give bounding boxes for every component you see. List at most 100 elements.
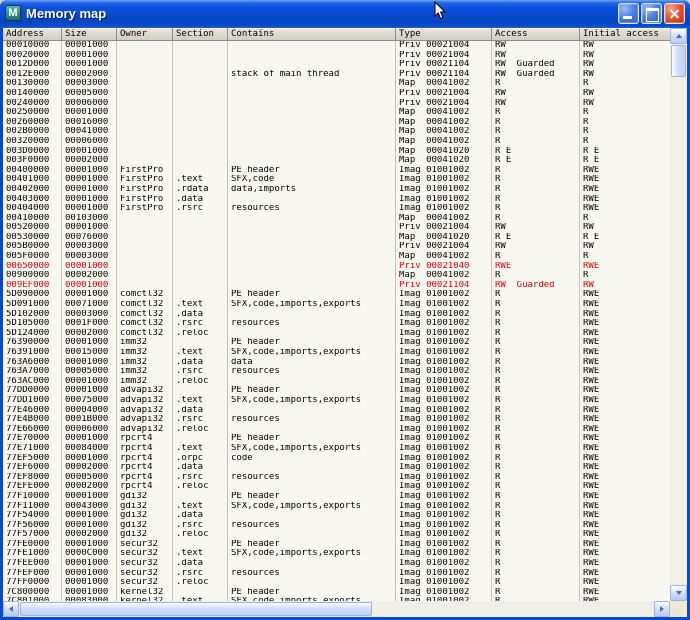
table-row[interactable]: 77EF800000005000rpcrt4.rsrcresourcesImag…	[3, 473, 670, 483]
table-row[interactable]: 77F5400000001000gdi32.dataImag 01001002R…	[3, 511, 670, 521]
table-row[interactable]: 005B000000003000Priv 00021004RWRW	[3, 242, 670, 252]
table-row[interactable]: 0024000000006000Priv 00021004RWRW	[3, 99, 670, 109]
table-row[interactable]: 77FE10000000C000secur32.textSFX,code,imp…	[3, 549, 670, 559]
scroll-left-button[interactable]	[3, 601, 19, 617]
minimize-button[interactable]	[618, 3, 639, 24]
close-button[interactable]	[664, 3, 685, 24]
table-row[interactable]: 77E4600000004000advapi32.dataImag 010010…	[3, 406, 670, 416]
table-row[interactable]: 0040200000001000FirstPro.rdatadata,impor…	[3, 185, 670, 195]
table-row[interactable]: 0001000000001000Priv 00021004RWRW	[3, 41, 670, 51]
table-row[interactable]: 005F000000003000Map 00041002RR	[3, 252, 670, 262]
table-row[interactable]: 763A600000001000imm32.datadataImag 01001…	[3, 358, 670, 368]
table-row[interactable]: 7C80000000001000kernel32PE headerImag 01…	[3, 588, 670, 598]
cell-size: 0001F000	[62, 319, 117, 329]
horizontal-scroll-thumb[interactable]	[20, 602, 372, 616]
cell-contains	[228, 233, 396, 243]
column-header-size[interactable]: Size	[62, 28, 117, 41]
table-row[interactable]: 003F000000002000Map 00041020R ER E	[3, 156, 670, 166]
cell-size: 00001000	[62, 377, 117, 387]
cell-initial-access: RWE	[580, 549, 670, 559]
horizontal-scrollbar[interactable]	[3, 601, 670, 617]
table-row[interactable]: 77FF000000001000secur32.relocImag 010010…	[3, 578, 670, 588]
cell-address: 0012D000	[3, 60, 62, 70]
cell-initial-access: R	[580, 252, 670, 262]
table-row[interactable]: 5D1050000001F000comctl32.rsrcresourcesIm…	[3, 319, 670, 329]
table-row[interactable]: 0041000000103000Map 00041002RR	[3, 214, 670, 224]
scroll-down-button[interactable]	[670, 585, 687, 601]
cell-owner: FirstPro	[117, 175, 173, 185]
table-row[interactable]: 77EF500000001000rpcrt4.orpccodeImag 0100…	[3, 454, 670, 464]
table-row[interactable]: 0012E00000002000stack of main threadPriv…	[3, 70, 670, 80]
table-row[interactable]: 003D000000001000Map 00041020R ER E	[3, 147, 670, 157]
table-row[interactable]: 0012D00000001000Priv 00021104RW GuardedR…	[3, 60, 670, 70]
cell-type: Priv 00021004	[396, 242, 492, 252]
table-row[interactable]: 5D10200000003000comctl32.dataImag 010010…	[3, 310, 670, 320]
table-row[interactable]: 002B000000041000Map 00041002RR	[3, 127, 670, 137]
cell-contains	[228, 89, 396, 99]
table-row[interactable]: 0026000000016000Map 00041002RR	[3, 118, 670, 128]
arrow-right-icon	[660, 606, 664, 612]
table-row[interactable]: 77F1100000043000gdi32.textSFX,code,impor…	[3, 502, 670, 512]
table-row[interactable]: 763A700000005000imm32.rsrcresourcesImag …	[3, 367, 670, 377]
table-row[interactable]: 77EFE00000002000rpcrt4.relocImag 0100100…	[3, 482, 670, 492]
table-row[interactable]: 0032000000006000Map 00041002RR	[3, 137, 670, 147]
scroll-right-button[interactable]	[654, 601, 670, 617]
table-row[interactable]: 0040400000001000FirstPro.rsrcresourcesIm…	[3, 204, 670, 214]
table-row[interactable]: 77EF600000002000rpcrt4.dataImag 01001002…	[3, 463, 670, 473]
table-row[interactable]: 77DD000000001000advapi32PE headerImag 01…	[3, 386, 670, 396]
table-row[interactable]: 5D09000000001000comctl32PE headerImag 01…	[3, 290, 670, 300]
cell-initial-access: R E	[580, 233, 670, 243]
vertical-scroll-thumb[interactable]	[671, 45, 686, 77]
cell-initial-access: RWE	[580, 521, 670, 531]
cell-access: R	[492, 358, 580, 368]
table-row[interactable]: 77FEE00000001000secur32.dataImag 0100100…	[3, 559, 670, 569]
cell-access: RW Guarded	[492, 281, 580, 291]
ollydbg-app-icon[interactable]: M	[5, 5, 21, 21]
cell-address: 77F10000	[3, 492, 62, 502]
table-row[interactable]: 763AC00000001000imm32.relocImag 01001002…	[3, 377, 670, 387]
table-row[interactable]: 0040100000001000FirstPro.textSFX,codeIma…	[3, 175, 670, 185]
cell-initial-access: R	[580, 214, 670, 224]
table-row[interactable]: 0090000000002000Map 00041002RR	[3, 271, 670, 281]
table-row[interactable]: 0025000000001000Map 00041002RR	[3, 108, 670, 118]
table-row[interactable]: 5D12400000002000comctl32.relocImag 01001…	[3, 329, 670, 339]
column-header-type[interactable]: Type	[396, 28, 492, 41]
column-header-contains[interactable]: Contains	[228, 28, 396, 41]
table-row[interactable]: 0053000000076000Map 00041020R ER E	[3, 233, 670, 243]
vertical-scrollbar[interactable]	[670, 28, 687, 601]
table-row[interactable]: 5D09100000071000comctl32.textSFX,code,im…	[3, 300, 670, 310]
table-row[interactable]: 77F1000000001000gdi32PE headerImag 01001…	[3, 492, 670, 502]
table-row[interactable]: 0065000000001000Priv 00021040RWERWE	[3, 262, 670, 272]
table-row[interactable]: 0040300000001000FirstPro.dataImag 010010…	[3, 195, 670, 205]
column-header-access[interactable]: Access	[492, 28, 580, 41]
column-header-address[interactable]: Address	[3, 28, 62, 41]
table-row[interactable]: 0013000000003000Map 00041002RR	[3, 79, 670, 89]
table-row[interactable]: 009EF00000001000Priv 00021104RW GuardedR…	[3, 281, 670, 291]
table-row[interactable]: 0014000000005000Priv 00021004RWRW	[3, 89, 670, 99]
table-row[interactable]: 0040000000001000FirstProPE headerImag 01…	[3, 166, 670, 176]
table-row[interactable]: 0002000000001000Priv 00021004RWRW	[3, 51, 670, 61]
table-row[interactable]: 7639100000015000imm32.textSFX,code,impor…	[3, 348, 670, 358]
cell-access: RW	[492, 51, 580, 61]
table-row[interactable]: 77FE000000001000secur32PE headerImag 010…	[3, 540, 670, 550]
maximize-button[interactable]	[641, 3, 662, 24]
table-row[interactable]: 77DD100000075000advapi32.textSFX,code,im…	[3, 396, 670, 406]
table-row[interactable]: 7639000000001000imm32PE headerImag 01001…	[3, 338, 670, 348]
column-header-initial-access[interactable]: Initial access	[580, 28, 670, 41]
cell-initial-access: RWE	[580, 262, 670, 272]
memory-map-table[interactable]: 0001000000001000Priv 00021004RWRW0002000…	[3, 41, 670, 601]
table-row[interactable]: 77F5700000002000gdi32.relocImag 01001002…	[3, 530, 670, 540]
cell-type: Imag 01001002	[396, 175, 492, 185]
scroll-up-button[interactable]	[670, 28, 687, 44]
table-row[interactable]: 77E7100000084000rpcrt4.textSFX,code,impo…	[3, 444, 670, 454]
table-row[interactable]: 77E6600000006000advapi32.relocImag 01001…	[3, 425, 670, 435]
table-row[interactable]: 77FEF00000001000secur32.rsrcresourcesIma…	[3, 569, 670, 579]
table-row[interactable]: 77E7000000001000rpcrt4PE headerImag 0100…	[3, 434, 670, 444]
column-header-owner[interactable]: Owner	[117, 28, 173, 41]
column-header-section[interactable]: Section	[173, 28, 228, 41]
title-bar[interactable]: M Memory map	[0, 0, 690, 28]
table-row[interactable]: 77F5600000001000gdi32.rsrcresourcesImag …	[3, 521, 670, 531]
table-row[interactable]: 0052000000001000Priv 00021004RWRW	[3, 223, 670, 233]
cell-size: 00004000	[62, 406, 117, 416]
table-row[interactable]: 77E4B0000001B000advapi32.rsrcresourcesIm…	[3, 415, 670, 425]
